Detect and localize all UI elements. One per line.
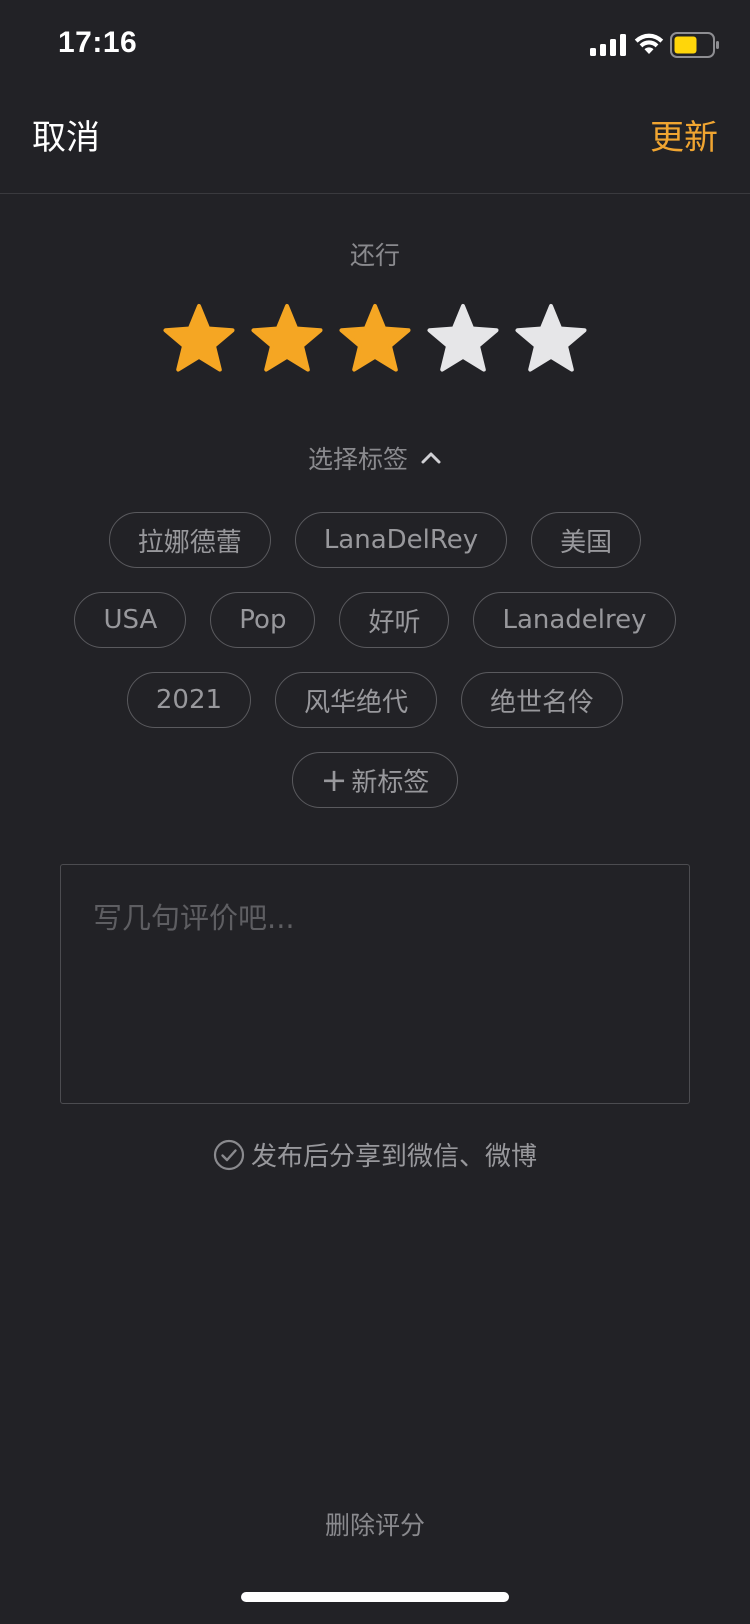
star-empty-icon[interactable] [513,302,589,376]
status-bar: 17:16 [0,0,750,92]
check-circle-icon [213,1139,245,1170]
tag-chip[interactable]: 2021 [126,672,252,728]
tag-row: + 新标签 [0,752,750,808]
chevron-up-icon [421,452,441,464]
cancel-button[interactable]: 取消 [32,110,100,159]
tag-chip[interactable]: 风华绝代 [275,672,438,728]
wifi-icon [634,33,664,54]
tag-chip[interactable]: Lanadelrey [473,592,676,648]
tag-row: 2021 风华绝代 绝世名伶 [0,672,750,728]
tag-chip[interactable]: 好听 [339,592,450,648]
delete-rating-button[interactable]: 删除评分 [0,1506,750,1542]
comment-input[interactable] [60,864,690,1104]
star-filled-icon[interactable] [161,302,237,376]
tags-header-label: 选择标签 [307,445,408,474]
star-rating[interactable] [0,302,750,376]
tag-chip[interactable]: 美国 [531,512,642,568]
new-tag-button[interactable]: + 新标签 [291,752,459,808]
tag-chip[interactable]: 绝世名伶 [461,672,624,728]
plus-icon: + [320,761,348,799]
new-tag-label: 新标签 [351,767,430,798]
nav-bar: 取消 更新 [0,92,750,194]
share-label: 发布后分享到微信、微博 [250,1142,537,1172]
tag-row: USA Pop 好听 Lanadelrey [0,592,750,648]
tag-row: 拉娜德蕾 LanaDelRey 美国 [0,512,750,568]
status-time: 17:16 [58,26,138,59]
tag-chip[interactable]: USA [74,592,187,648]
tag-chip[interactable]: 拉娜德蕾 [108,512,271,568]
star-filled-icon[interactable] [337,302,413,376]
signal-icon [590,34,626,56]
rating-label: 还行 [349,241,400,270]
update-button[interactable]: 更新 [650,110,718,159]
tags-toggle[interactable]: 选择标签 [0,440,750,476]
tag-chip[interactable]: LanaDelRey [294,512,508,568]
rating-edit-screen: 17:16 取消 更新 还行 选择标签 拉娜德蕾 LanaDelRey 美国 U… [0,0,750,1624]
star-filled-icon[interactable] [249,302,325,376]
tag-chip[interactable]: Pop [210,592,316,648]
star-empty-icon[interactable] [425,302,501,376]
share-toggle[interactable]: 发布后分享到微信、微博 [0,1136,750,1173]
battery-icon [670,32,719,58]
home-indicator[interactable] [241,1592,509,1602]
